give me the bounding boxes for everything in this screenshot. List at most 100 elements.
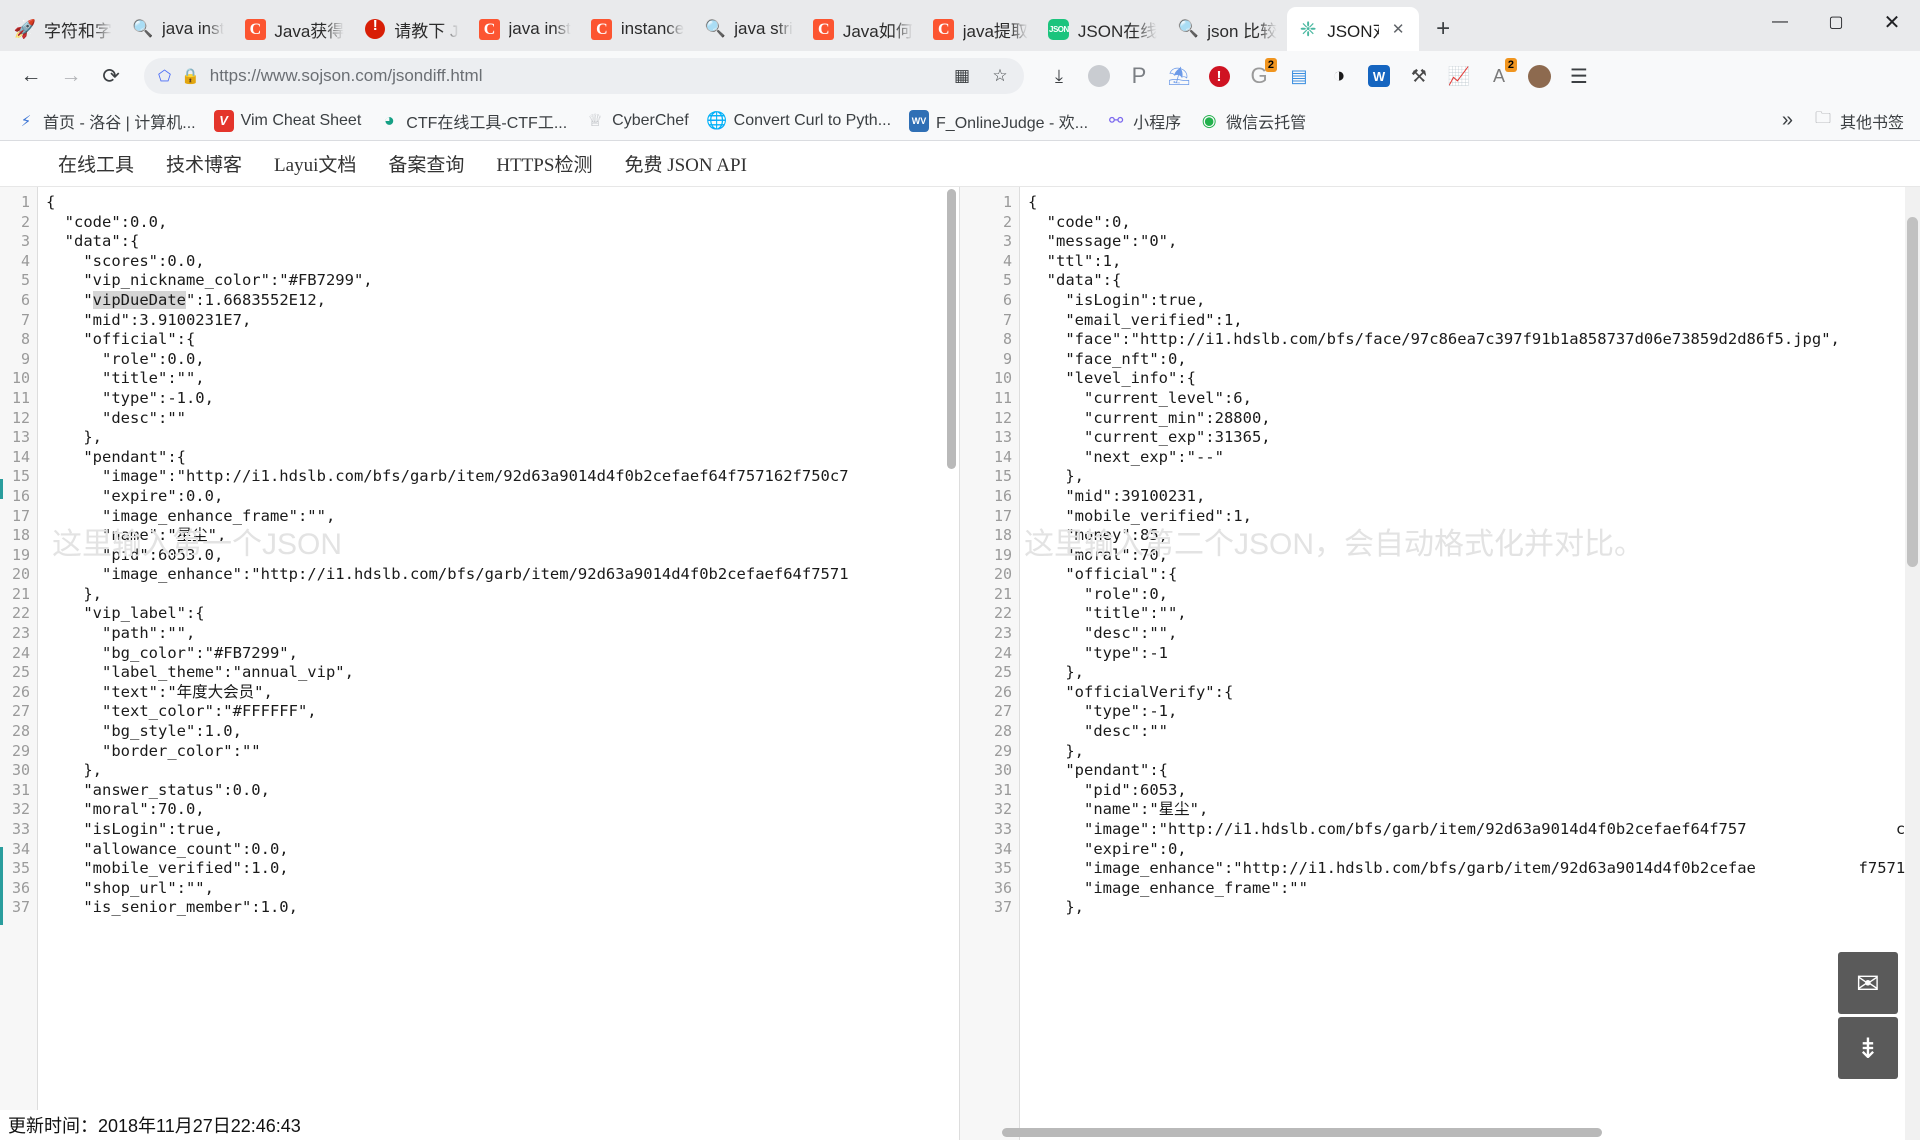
reload-button[interactable]: ⟳ xyxy=(92,57,130,95)
nav-icp-query[interactable]: 备案查询 xyxy=(372,150,480,177)
tab-10[interactable]: 🔍 json 比较 xyxy=(1167,7,1287,51)
code-line: "path":"", xyxy=(46,624,196,643)
pocket-icon[interactable]: P xyxy=(1120,57,1158,95)
tab-1[interactable]: 🔍 java inst xyxy=(122,7,234,51)
bookmarks-overflow-button[interactable]: » xyxy=(1772,109,1803,132)
code-line: "scores":0.0, xyxy=(46,251,205,270)
page-scroll-thumb[interactable] xyxy=(1907,217,1918,567)
grammarly-icon[interactable]: G2 xyxy=(1240,57,1278,95)
bookmark-cyberchef[interactable]: ♕ CyberChef xyxy=(577,106,696,136)
line-number: 11 xyxy=(993,388,1012,407)
window-controls: — ▢ ✕ xyxy=(1752,0,1920,44)
left-code-area[interactable]: 这里输入第一个JSON { "code":0.0, "data":{ "scor… xyxy=(38,187,959,1140)
line-number: 1 xyxy=(20,193,30,211)
right-json-editor[interactable]: 1 2 3 4 5 6 7 8 9 10 11 12 13 14 15 16 17 18 19 20 21 22 23 24 2… xyxy=(960,187,1920,1140)
code-line: "money":85, xyxy=(1028,526,1168,545)
right-horizontal-scrollbar[interactable] xyxy=(1002,1128,1900,1138)
profile-avatar-icon[interactable] xyxy=(1520,57,1558,95)
chart-extension-icon[interactable]: 📈 xyxy=(1440,57,1478,95)
nav-online-tools[interactable]: 在线工具 xyxy=(42,150,150,177)
line-number: 3 xyxy=(1002,232,1012,251)
right-hscroll-thumb[interactable] xyxy=(1002,1128,1602,1137)
line-number: 5 xyxy=(20,271,30,290)
code-line: "text_color":"#FFFFFF", xyxy=(46,702,317,721)
translate-icon[interactable]: A2 xyxy=(1480,57,1518,95)
code-line: }, xyxy=(1028,898,1084,917)
forward-button[interactable]: → xyxy=(52,57,90,95)
bookmark-luogu[interactable]: ⚡ 首页 - 洛谷 | 计算机... xyxy=(8,104,204,138)
left-scroll-thumb[interactable] xyxy=(947,189,956,469)
left-json-editor[interactable]: 1 2 3 4 5 6 7 8 9 10 11 12 13 14 15 16 17 18 19 20 21 22 23 24 2… xyxy=(0,187,960,1140)
code-line: "next_exp":"--" xyxy=(1028,447,1224,466)
csdn-icon: C xyxy=(244,18,266,40)
tab-8[interactable]: C java提取 xyxy=(923,7,1038,51)
code-line: "level_info":{ xyxy=(1028,369,1196,388)
hamburger-menu-icon[interactable]: ☰ xyxy=(1560,57,1598,95)
bookmark-vim[interactable]: V Vim Cheat Sheet xyxy=(206,106,370,136)
alert-icon[interactable]: ! xyxy=(1200,57,1238,95)
tab-title: java提取 xyxy=(962,21,1028,41)
back-button[interactable]: ← xyxy=(12,57,50,95)
line-number: 32 xyxy=(11,800,30,819)
other-bookmarks-folder[interactable]: 🗀 其他书签 xyxy=(1805,104,1912,138)
qq-contact-button[interactable]: ✉ xyxy=(1838,952,1898,1014)
nav-free-json-api[interactable]: 免费 JSON API xyxy=(608,150,762,177)
bookmark-onlinejudge[interactable]: WV F_OnlineJudge - 欢... xyxy=(901,104,1096,138)
qrcode-icon[interactable]: ▦ xyxy=(948,62,976,90)
tab-7[interactable]: C Java如何 xyxy=(803,7,923,51)
folder-icon: 🗀 xyxy=(1814,110,1831,127)
left-vertical-scrollbar[interactable] xyxy=(947,187,957,1140)
code-line: "answer_status":0.0, xyxy=(46,780,270,799)
star-icon[interactable]: ☆ xyxy=(986,62,1014,90)
tab-6[interactable]: 🔍 java stri xyxy=(694,7,803,51)
line-number: 22 xyxy=(11,604,30,623)
dark-reader-icon[interactable]: ◑ xyxy=(1320,57,1358,95)
tab-2[interactable]: C Java获得 xyxy=(234,7,354,51)
doc-download-icon[interactable]: ▤ xyxy=(1280,57,1318,95)
line-number: 35 xyxy=(993,859,1012,878)
close-icon[interactable]: ✕ xyxy=(1387,18,1409,40)
tab-0[interactable]: 🚀 字符和字 xyxy=(4,7,122,51)
line-number: 15 xyxy=(993,467,1012,486)
code-line: }, xyxy=(46,584,102,603)
line-number: 36 xyxy=(11,878,30,897)
minimize-button[interactable]: — xyxy=(1752,0,1808,44)
nav-https-check[interactable]: HTTPS检测 xyxy=(480,150,608,177)
new-tab-button[interactable]: + xyxy=(1425,11,1461,47)
tab-title: json 比较 xyxy=(1207,21,1278,41)
back-to-top-button[interactable]: ⇟ xyxy=(1838,1017,1898,1079)
line-number: 13 xyxy=(993,428,1012,447)
nav-layui-docs[interactable]: Layui文档 xyxy=(258,150,372,177)
tab-9[interactable]: JSON JSON在线 xyxy=(1038,7,1167,51)
code-line: "desc":"" xyxy=(1028,722,1168,741)
tab-11-active[interactable]: ❈ JSON对 ✕ xyxy=(1287,7,1420,51)
close-window-button[interactable]: ✕ xyxy=(1864,0,1920,44)
maximize-button[interactable]: ▢ xyxy=(1808,0,1864,44)
line-number: 13 xyxy=(11,428,30,447)
avatar-extension-icon[interactable] xyxy=(1080,57,1118,95)
tab-3[interactable]: 请教下 J xyxy=(354,7,468,51)
tab-4[interactable]: C java inst xyxy=(469,7,581,51)
right-code-area[interactable]: 这里输入第二个JSON，会自动格式化并对比。 { "code":0, "mess… xyxy=(1020,187,1920,1140)
bookmark-miniprogram[interactable]: ⚯ 小程序 xyxy=(1098,104,1189,138)
tools-icon[interactable]: ⚒ xyxy=(1400,57,1438,95)
proxy-switch-icon[interactable]: ⛱ xyxy=(1160,57,1198,95)
bookmark-curl-to-python[interactable]: 🌐 Convert Curl to Pyth... xyxy=(699,106,899,136)
line-number: 37 xyxy=(993,898,1012,917)
left-gutter: 1 2 3 4 5 6 7 8 9 10 11 12 13 14 15 16 17 18 19 20 21 22 23 24 2… xyxy=(0,187,38,1140)
download-icon[interactable]: ⤓ xyxy=(1040,57,1078,95)
bookmark-ctf[interactable]: ◕ CTF在线工具-CTF工... xyxy=(371,104,575,138)
bookmark-wechat-cloud[interactable]: ◉ 微信云托管 xyxy=(1191,104,1314,138)
code-line: "name":"星尘", xyxy=(1028,800,1209,819)
wps-icon[interactable]: W xyxy=(1360,57,1398,95)
code-line: "allowance_count":0.0, xyxy=(46,839,289,858)
address-bar[interactable]: ⬠ 🔒 https://www.sojson.com/jsondiff.html… xyxy=(144,58,1024,94)
page-scrollbar[interactable] xyxy=(1905,187,1920,1140)
code-line: "pid":6053, xyxy=(1028,780,1187,799)
line-number: 14 xyxy=(993,447,1012,466)
line-number: 34 xyxy=(11,839,30,858)
tab-5[interactable]: C instance xyxy=(581,7,694,51)
code-line: "type":-1.0, xyxy=(46,388,214,407)
code-line: }, xyxy=(1028,663,1084,682)
nav-tech-blog[interactable]: 技术博客 xyxy=(150,150,258,177)
